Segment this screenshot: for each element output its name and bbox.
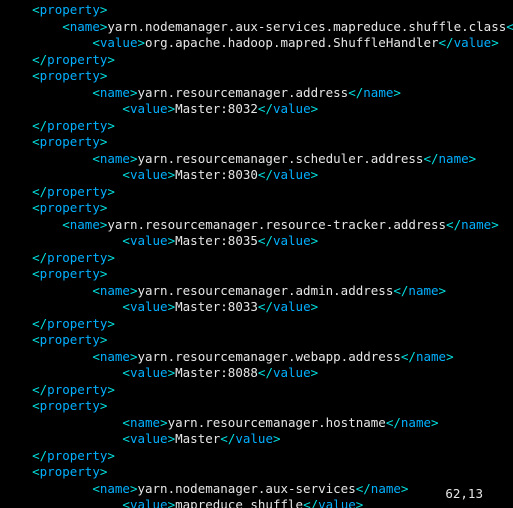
code-line: </property> [2, 382, 513, 399]
code-line: <name>yarn.resourcemanager.resource-trac… [2, 217, 513, 234]
code-line: </property> [2, 250, 513, 267]
code-line: <value>mapreduce_shuffle</value> [2, 497, 513, 508]
code-line: <value>Master:8030</value> [2, 167, 513, 184]
code-line: <property> [2, 134, 513, 151]
code-line: <property> [2, 332, 513, 349]
code-line: </property> [2, 184, 513, 201]
code-line: <property> [2, 2, 513, 19]
code-line: <value>Master:8032</value> [2, 101, 513, 118]
code-line: <value>Master:8088</value> [2, 365, 513, 382]
code-line: <value>Master:8035</value> [2, 233, 513, 250]
code-line: <value>org.apache.hadoop.mapred.ShuffleH… [2, 35, 513, 52]
code-line: <property> [2, 266, 513, 283]
code-line: <name>yarn.resourcemanager.webapp.addres… [2, 349, 513, 366]
code-line: <value>Master</value> [2, 431, 513, 448]
code-line: <name>yarn.resourcemanager.address</name… [2, 85, 513, 102]
code-line: <property> [2, 68, 513, 85]
code-line: <name>yarn.nodemanager.aux-services</nam… [2, 481, 513, 498]
code-line: <name>yarn.resourcemanager.admin.address… [2, 283, 513, 300]
cursor-position-status: 62,13 [445, 486, 483, 503]
code-line: <property> [2, 398, 513, 415]
code-line: </property> [2, 448, 513, 465]
code-line: <property> [2, 200, 513, 217]
code-editor[interactable]: <property> <name>yarn.nodemanager.aux-se… [0, 0, 513, 508]
code-line: <value>Master:8033</value> [2, 299, 513, 316]
code-line: <name>yarn.nodemanager.aux-services.mapr… [2, 19, 513, 36]
code-line: <name>yarn.resourcemanager.scheduler.add… [2, 151, 513, 168]
code-line: </property> [2, 118, 513, 135]
code-line: <property> [2, 464, 513, 481]
code-line: </property> [2, 52, 513, 69]
code-line: <name>yarn.resourcemanager.hostname</nam… [2, 415, 513, 432]
code-line: </property> [2, 316, 513, 333]
